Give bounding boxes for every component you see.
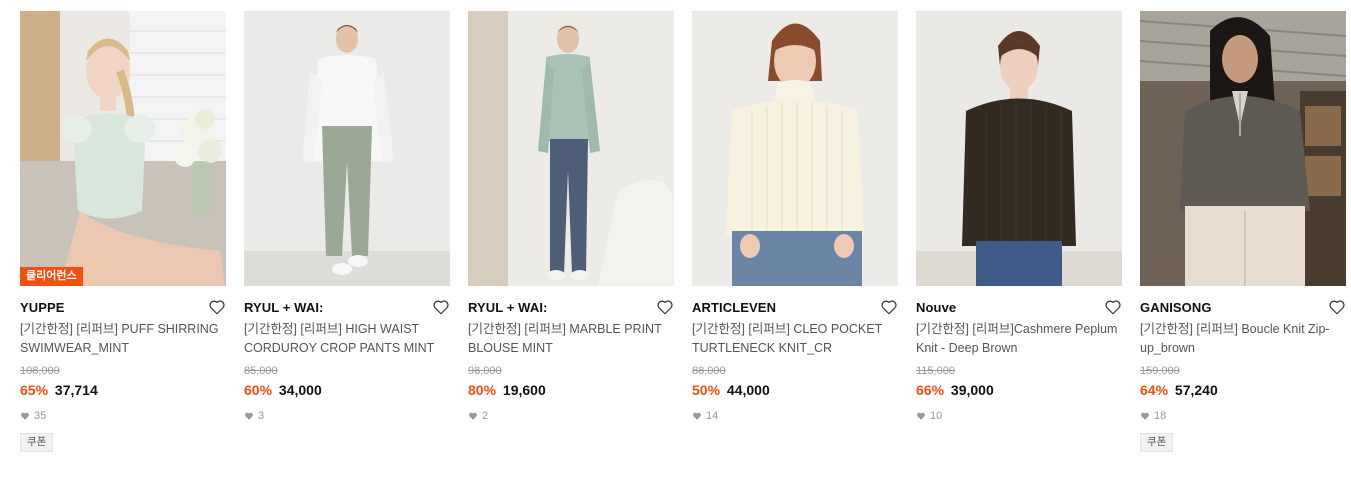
heart-filled-icon: [21, 412, 29, 420]
sale-price: 37,714: [54, 382, 98, 398]
product-card[interactable]: 클리어런스 YUPPE [기간한정] [리퍼브] PUFF SHIRRING S…: [20, 11, 226, 452]
original-price: 108,000: [20, 365, 60, 377]
price-row: 66% 39,000: [916, 381, 1122, 399]
like-count-value: 2: [482, 410, 489, 422]
like-count-value: 14: [706, 410, 719, 422]
like-count-value: 10: [930, 410, 943, 422]
original-price: 85,000: [244, 365, 278, 377]
brand-name[interactable]: GANISONG: [1140, 300, 1212, 315]
like-count-value: 3: [258, 410, 265, 422]
brand-name[interactable]: YUPPE: [20, 300, 65, 315]
discount-rate: 50%: [692, 382, 721, 398]
heart-outline-icon[interactable]: [208, 298, 226, 316]
product-image[interactable]: [916, 11, 1122, 286]
price-row: 65% 37,714: [20, 381, 226, 399]
original-price: 98,000: [468, 365, 502, 377]
like-count-value: 35: [34, 410, 47, 422]
sale-price: 57,240: [1174, 382, 1218, 398]
product-image[interactable]: 클리어런스: [20, 11, 226, 286]
sale-price: 39,000: [950, 382, 994, 398]
product-title[interactable]: [기간한정] [리퍼브] HIGH WAIST CORDUROY CROP PA…: [244, 320, 450, 358]
product-card[interactable]: ARTICLEVEN [기간한정] [리퍼브] CLEO POCKET TURT…: [692, 11, 898, 452]
product-card[interactable]: Nouve [기간한정] [리퍼브]Cashmere Peplum Knit -…: [916, 11, 1122, 452]
product-title[interactable]: [기간한정] [리퍼브] Boucle Knit Zip-up_brown: [1140, 320, 1346, 358]
price-row: 50% 44,000: [692, 381, 898, 399]
like-count: 3: [244, 409, 450, 423]
heart-outline-icon[interactable]: [1328, 298, 1346, 316]
price-row: 64% 57,240: [1140, 381, 1346, 399]
product-card[interactable]: RYUL + WAI: [기간한정] [리퍼브] MARBLE PRINT BL…: [468, 11, 674, 452]
heart-filled-icon: [245, 412, 253, 420]
heart-outline-icon[interactable]: [1104, 298, 1122, 316]
like-count: 14: [692, 409, 898, 423]
clearance-badge: 클리어런스: [20, 267, 83, 286]
heart-filled-icon: [469, 412, 477, 420]
discount-rate: 80%: [468, 382, 497, 398]
product-card[interactable]: GANISONG [기간한정] [리퍼브] Boucle Knit Zip-up…: [1140, 11, 1346, 452]
discount-rate: 64%: [1140, 382, 1169, 398]
sale-price: 19,600: [502, 382, 546, 398]
sale-price: 34,000: [278, 382, 322, 398]
brand-name[interactable]: RYUL + WAI:: [468, 300, 547, 315]
like-count: 2: [468, 409, 674, 423]
heart-filled-icon: [1141, 412, 1149, 420]
brand-name[interactable]: ARTICLEVEN: [692, 300, 776, 315]
heart-outline-icon[interactable]: [880, 298, 898, 316]
coupon-tag[interactable]: 쿠폰: [1140, 433, 1174, 452]
coupon-tag[interactable]: 쿠폰: [20, 433, 54, 452]
discount-rate: 65%: [20, 382, 49, 398]
product-card[interactable]: RYUL + WAI: [기간한정] [리퍼브] HIGH WAIST CORD…: [244, 11, 450, 452]
product-title[interactable]: [기간한정] [리퍼브] CLEO POCKET TURTLENECK KNIT…: [692, 320, 898, 358]
discount-rate: 66%: [916, 382, 945, 398]
original-price: 88,000: [692, 365, 726, 377]
brand-name[interactable]: Nouve: [916, 300, 956, 315]
like-count: 18: [1140, 409, 1346, 423]
heart-filled-icon: [917, 412, 925, 420]
product-image[interactable]: [692, 11, 898, 286]
like-count: 35: [20, 409, 226, 423]
product-image[interactable]: [468, 11, 674, 286]
product-image[interactable]: [1140, 11, 1346, 286]
product-grid: 클리어런스 YUPPE [기간한정] [리퍼브] PUFF SHIRRING S…: [20, 11, 1346, 452]
heart-outline-icon[interactable]: [656, 298, 674, 316]
original-price: 159,000: [1140, 365, 1180, 377]
product-title[interactable]: [기간한정] [리퍼브] PUFF SHIRRING SWIMWEAR_MINT: [20, 320, 226, 358]
price-row: 60% 34,000: [244, 381, 450, 399]
brand-name[interactable]: RYUL + WAI:: [244, 300, 323, 315]
product-title[interactable]: [기간한정] [리퍼브]Cashmere Peplum Knit - Deep …: [916, 320, 1122, 358]
original-price: 115,000: [916, 365, 955, 377]
sale-price: 44,000: [726, 382, 770, 398]
discount-rate: 60%: [244, 382, 273, 398]
like-count-value: 18: [1154, 410, 1167, 422]
price-row: 80% 19,600: [468, 381, 674, 399]
heart-filled-icon: [693, 412, 701, 420]
product-title[interactable]: [기간한정] [리퍼브] MARBLE PRINT BLOUSE MINT: [468, 320, 674, 358]
product-image[interactable]: [244, 11, 450, 286]
heart-outline-icon[interactable]: [432, 298, 450, 316]
like-count: 10: [916, 409, 1122, 423]
